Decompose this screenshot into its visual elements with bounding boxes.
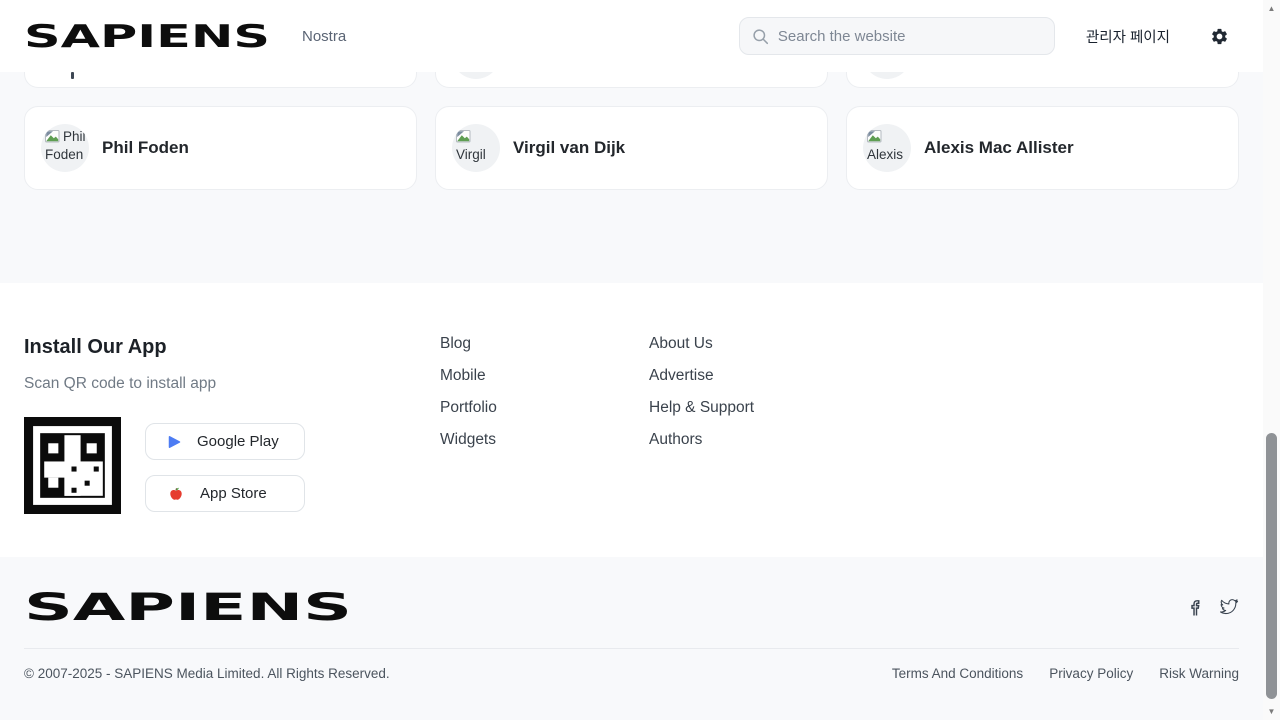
qr-code xyxy=(24,417,121,514)
player-card-row: Phil Foden Phil Foden Virgil Virgil van … xyxy=(24,106,1239,190)
footer-link-widgets[interactable]: Widgets xyxy=(440,432,649,448)
scrollbar-thumb[interactable] xyxy=(1266,433,1277,699)
player-name: Phil Foden xyxy=(102,138,189,158)
terms-link[interactable]: Terms And Conditions xyxy=(892,666,1023,681)
app-store-button[interactable]: App Store xyxy=(145,475,305,512)
footer-bottom: SAPIENS © 2007-2025 - SAPIENS Media Limi… xyxy=(0,557,1263,720)
scrollbar-down-arrow[interactable]: ▼ xyxy=(1263,707,1280,716)
broken-image-icon xyxy=(867,130,883,143)
cut-off-card[interactable] xyxy=(24,72,417,88)
footer-links-column-1: Blog Mobile Portfolio Widgets xyxy=(440,283,649,557)
footer-link-portfolio[interactable]: Portfolio xyxy=(440,400,649,416)
legal-links: Terms And Conditions Privacy Policy Risk… xyxy=(892,666,1239,681)
install-app-heading: Install Our App xyxy=(24,336,440,359)
main-content: Phil Foden Phil Foden Virgil Virgil van … xyxy=(0,72,1263,190)
player-card[interactable]: Alexis Alexis Mac Allister xyxy=(846,106,1239,190)
social-links xyxy=(1183,598,1239,616)
broken-image-icon xyxy=(45,130,61,143)
footer-links-column-2: About Us Advertise Help & Support Author… xyxy=(649,283,1239,557)
cut-off-card-row xyxy=(24,72,1239,88)
search-icon xyxy=(752,28,769,45)
footer-link-help-support[interactable]: Help & Support xyxy=(649,400,1239,416)
twitter-icon xyxy=(1219,598,1239,616)
sapiens-logo[interactable]: SAPIENS xyxy=(24,19,274,53)
footer-logo-text: SAPIENS xyxy=(24,587,352,627)
google-play-button[interactable]: Google Play xyxy=(145,423,305,460)
footer-link-blog[interactable]: Blog xyxy=(440,336,649,352)
player-name: Alexis Mac Allister xyxy=(924,138,1074,158)
risk-warning-link[interactable]: Risk Warning xyxy=(1159,666,1239,681)
site-subtitle: Nostra xyxy=(302,28,346,45)
facebook-link[interactable] xyxy=(1183,598,1201,616)
search-input[interactable] xyxy=(739,17,1055,55)
avatar-alt-text: Alexis xyxy=(867,147,903,162)
app-store-label: App Store xyxy=(200,485,267,502)
avatar: Phil Foden xyxy=(41,124,89,172)
search-field[interactable] xyxy=(778,28,1042,45)
player-card[interactable]: Virgil Virgil van Dijk xyxy=(435,106,828,190)
facebook-icon xyxy=(1183,598,1201,616)
player-card[interactable]: Phil Foden Phil Foden xyxy=(24,106,417,190)
footer-link-advertise[interactable]: Advertise xyxy=(649,368,1239,384)
apple-icon xyxy=(168,486,184,502)
install-app-subtitle: Scan QR code to install app xyxy=(24,375,440,393)
sapiens-logo-text: SAPIENS xyxy=(24,19,270,53)
navbar: SAPIENS Nostra 관리자 페이지 xyxy=(0,0,1263,72)
play-triangle-icon xyxy=(168,435,181,449)
cut-off-card[interactable] xyxy=(846,72,1239,88)
footer-top: Install Our App Scan QR code to install … xyxy=(0,283,1263,557)
footer-sapiens-logo: SAPIENS xyxy=(24,587,356,627)
install-app-section: Install Our App Scan QR code to install … xyxy=(24,283,440,557)
google-play-label: Google Play xyxy=(197,433,279,450)
player-name: Virgil van Dijk xyxy=(513,138,625,158)
footer-link-authors[interactable]: Authors xyxy=(649,432,1239,448)
gear-icon xyxy=(1210,27,1229,46)
scrollbar-up-arrow[interactable]: ▲ xyxy=(1263,4,1280,13)
avatar: Alexis xyxy=(863,124,911,172)
cut-off-card[interactable] xyxy=(435,72,828,88)
privacy-policy-link[interactable]: Privacy Policy xyxy=(1049,666,1133,681)
footer-divider xyxy=(24,648,1239,649)
avatar: Virgil xyxy=(452,124,500,172)
footer-link-about-us[interactable]: About Us xyxy=(649,336,1239,352)
admin-page-link[interactable]: 관리자 페이지 xyxy=(1086,26,1170,47)
page: SAPIENS Nostra 관리자 페이지 Phil Foden xyxy=(0,0,1280,720)
settings-button[interactable] xyxy=(1210,26,1230,46)
avatar-alt-text: Virgil xyxy=(456,147,486,162)
avatar xyxy=(863,72,911,79)
avatar xyxy=(452,72,500,79)
footer-link-mobile[interactable]: Mobile xyxy=(440,368,649,384)
scrollbar[interactable]: ▲ ▼ xyxy=(1263,0,1280,720)
cut-off-text-remnant xyxy=(71,72,74,79)
copyright-text: © 2007-2025 - SAPIENS Media Limited. All… xyxy=(24,666,390,681)
broken-image-icon xyxy=(456,130,472,143)
twitter-link[interactable] xyxy=(1219,598,1239,616)
